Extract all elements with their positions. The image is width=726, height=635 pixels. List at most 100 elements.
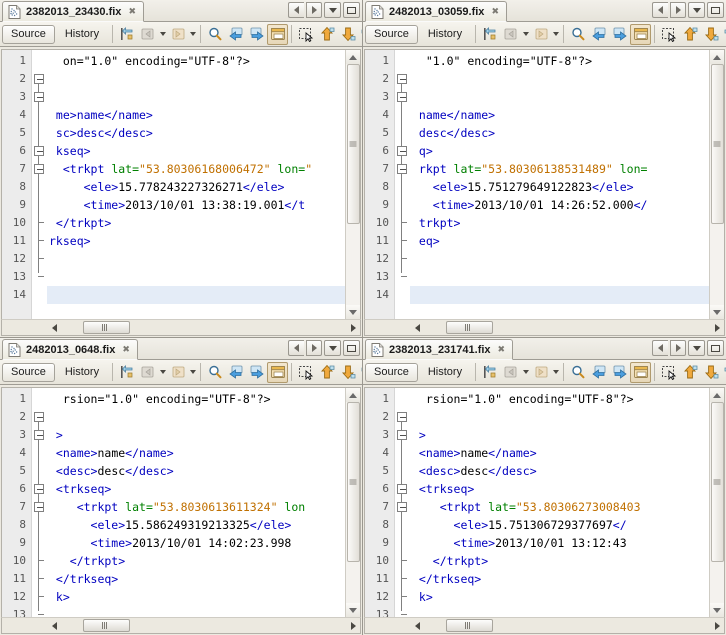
next-error-icon[interactable]	[337, 362, 358, 383]
tab-source[interactable]: Source	[365, 363, 418, 382]
code-text[interactable]: rsion="1.0" encoding="UTF-8"?> > <name>n…	[410, 388, 724, 617]
horizontal-scroll-thumb[interactable]	[446, 619, 493, 632]
previous-error-icon[interactable]	[679, 362, 700, 383]
code-line[interactable]	[47, 268, 360, 286]
maximize-window-button[interactable]	[343, 2, 360, 18]
forward-icon[interactable]	[530, 24, 551, 45]
code-line[interactable]: <trkpt lat="53.8030613611324" lon	[47, 498, 360, 516]
vertical-scrollbar[interactable]	[709, 388, 724, 617]
scroll-right-arrow[interactable]	[710, 324, 724, 332]
code-line[interactable]: q>	[410, 142, 724, 160]
shift-line-right-icon[interactable]	[358, 24, 362, 45]
fold-toggle[interactable]	[34, 74, 44, 84]
scroll-left-arrow[interactable]	[47, 324, 61, 332]
code-line[interactable]	[410, 286, 724, 304]
horizontal-scrollbar[interactable]	[1, 617, 361, 634]
tab-list-dropdown-button[interactable]	[324, 340, 341, 356]
scroll-down-arrow[interactable]	[346, 603, 361, 617]
fold-toggle[interactable]	[397, 412, 407, 422]
vertical-scroll-track[interactable]	[346, 64, 361, 305]
horizontal-scrollbar[interactable]	[364, 617, 725, 634]
fold-toggle[interactable]	[397, 484, 407, 494]
code-line[interactable]	[410, 606, 724, 617]
code-line[interactable]: desc</desc>	[410, 124, 724, 142]
code-line[interactable]: <desc>desc</desc>	[47, 462, 360, 480]
scroll-right-arrow[interactable]	[346, 324, 360, 332]
fold-toggle[interactable]	[397, 502, 407, 512]
code-line[interactable]: <name>name</name>	[47, 444, 360, 462]
code-line[interactable]: </trkseq>	[410, 570, 724, 588]
forward-dropdown[interactable]	[551, 24, 560, 45]
previous-bookmark-icon[interactable]	[588, 362, 609, 383]
shift-line-right-icon[interactable]	[358, 362, 362, 383]
code-line[interactable]: <name>name</name>	[410, 444, 724, 462]
code-line[interactable]: </trkseq>	[47, 570, 360, 588]
close-tab-icon[interactable]: ✖	[496, 345, 506, 354]
code-line[interactable]: <trkpt lat="53.80306273008403	[410, 498, 724, 516]
code-line[interactable]	[410, 268, 724, 286]
horizontal-scrollbar[interactable]	[364, 319, 725, 336]
code-line[interactable]: <ele>15.751279649122823</ele>	[410, 178, 724, 196]
scroll-tabs-right-button[interactable]	[306, 2, 322, 18]
horizontal-scroll-track[interactable]	[424, 618, 710, 633]
code-line[interactable]: <ele>15.586249319213325</ele>	[47, 516, 360, 534]
previous-bookmark-icon[interactable]	[225, 24, 246, 45]
code-line[interactable]: rsion="1.0" encoding="UTF-8"?>	[47, 390, 360, 408]
code-line[interactable]	[47, 250, 360, 268]
scroll-tabs-right-button[interactable]	[306, 340, 322, 356]
code-line[interactable]: "1.0" encoding="UTF-8"?>	[410, 52, 724, 70]
code-line[interactable]: </trkpt>	[47, 552, 360, 570]
fold-toggle[interactable]	[397, 92, 407, 102]
code-line[interactable]: kseq>	[47, 142, 360, 160]
vertical-scroll-track[interactable]	[710, 402, 725, 603]
back-dropdown[interactable]	[158, 362, 167, 383]
scroll-up-arrow[interactable]	[710, 388, 725, 402]
code-line[interactable]: <ele>15.751306729377697</	[410, 516, 724, 534]
code-line[interactable]: <trkpt lat="53.80306168006472" lon="	[47, 160, 360, 178]
last-edit-icon[interactable]	[479, 362, 500, 383]
fold-toggle[interactable]	[34, 484, 44, 494]
scroll-tabs-left-button[interactable]	[652, 340, 668, 356]
scroll-right-arrow[interactable]	[346, 622, 360, 630]
tab-history[interactable]: History	[56, 363, 108, 382]
editor-tab[interactable]: 2382013_23430.fix✖	[2, 1, 144, 22]
close-tab-icon[interactable]: ✖	[126, 7, 136, 16]
fold-toggle[interactable]	[397, 164, 407, 174]
code-line[interactable]: rkpt lat="53.80306138531489" lon=	[410, 160, 724, 178]
tab-list-dropdown-button[interactable]	[688, 340, 705, 356]
code-line[interactable]: rkseq>	[47, 232, 360, 250]
back-dropdown[interactable]	[521, 362, 530, 383]
code-line[interactable]	[47, 606, 360, 617]
tab-history[interactable]: History	[419, 363, 471, 382]
next-error-icon[interactable]	[700, 362, 721, 383]
scroll-up-arrow[interactable]	[346, 50, 361, 64]
scroll-tabs-right-button[interactable]	[670, 340, 686, 356]
horizontal-scroll-thumb[interactable]	[446, 321, 493, 334]
forward-icon[interactable]	[167, 362, 188, 383]
find-selection-icon[interactable]	[204, 24, 225, 45]
code-line[interactable]: k>	[410, 588, 724, 606]
fold-toggle[interactable]	[397, 430, 407, 440]
tab-list-dropdown-button[interactable]	[688, 2, 705, 18]
shift-line-right-icon[interactable]	[721, 362, 726, 383]
vertical-scroll-track[interactable]	[710, 64, 725, 305]
next-error-icon[interactable]	[700, 24, 721, 45]
next-bookmark-icon[interactable]	[246, 24, 267, 45]
fold-toggle[interactable]	[34, 92, 44, 102]
next-bookmark-icon[interactable]	[609, 362, 630, 383]
code-line[interactable]: </trkpt>	[410, 552, 724, 570]
code-line[interactable]: <time>2013/10/01 13:38:19.001</t	[47, 196, 360, 214]
vertical-scroll-thumb[interactable]	[711, 402, 724, 562]
code-line[interactable]: </trkpt>	[47, 214, 360, 232]
code-line[interactable]: on="1.0" encoding="UTF-8"?>	[47, 52, 360, 70]
last-edit-icon[interactable]	[479, 24, 500, 45]
back-icon[interactable]	[137, 362, 158, 383]
maximize-window-button[interactable]	[707, 2, 724, 18]
tab-source[interactable]: Source	[2, 363, 55, 382]
code-line[interactable]	[410, 250, 724, 268]
find-selection-icon[interactable]	[204, 362, 225, 383]
code-line[interactable]: rsion="1.0" encoding="UTF-8"?>	[410, 390, 724, 408]
scroll-right-arrow[interactable]	[710, 622, 724, 630]
vertical-scrollbar[interactable]	[345, 50, 360, 319]
code-line[interactable]	[47, 408, 360, 426]
